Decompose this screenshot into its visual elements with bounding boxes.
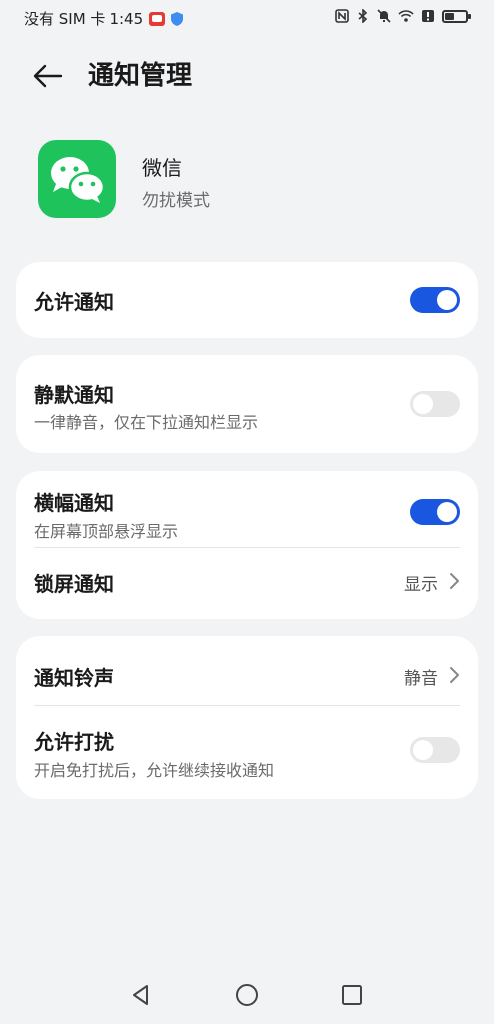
allow-interruptions-toggle[interactable]	[410, 737, 460, 763]
allow-interruptions-row[interactable]: 允许打扰 开启免打扰后，允许继续接收通知	[16, 706, 478, 799]
banner-notifications-label: 横幅通知	[34, 491, 114, 515]
wechat-icon	[38, 140, 116, 218]
allow-notifications-row[interactable]: 允许通知	[16, 262, 478, 338]
header: 通知管理	[0, 52, 494, 100]
home-circle-icon[interactable]	[235, 983, 259, 1007]
notification-sound-label: 通知铃声	[34, 666, 114, 690]
back-button[interactable]	[30, 60, 66, 92]
status-left: 没有 SIM 卡 1:45	[24, 8, 184, 29]
silent-notifications-toggle[interactable]	[410, 391, 460, 417]
display-notifications-card: 横幅通知 在屏幕顶部悬浮显示 锁屏通知 显示	[16, 471, 478, 619]
wifi-icon	[398, 10, 414, 22]
banner-notifications-toggle[interactable]	[410, 499, 460, 525]
back-triangle-icon[interactable]	[129, 983, 153, 1007]
banner-notifications-description: 在屏幕顶部悬浮显示	[34, 522, 179, 541]
navigation-bar	[0, 975, 494, 1015]
arrow-left-icon	[33, 64, 63, 88]
allow-notifications-label: 允许通知	[34, 290, 114, 314]
lockscreen-notifications-value: 显示	[404, 575, 438, 595]
battery-icon	[442, 9, 471, 23]
allow-interruptions-description: 开启免打扰后，允许继续接收通知	[34, 761, 275, 780]
notification-app-icon	[149, 11, 166, 26]
notification-sound-row[interactable]: 通知铃声 静音	[16, 636, 478, 706]
chevron-right-icon	[450, 573, 459, 589]
silent-notifications-label: 静默通知	[34, 383, 114, 407]
status-right	[335, 9, 471, 23]
status-bar: 没有 SIM 卡 1:45	[0, 0, 494, 36]
allow-interruptions-label: 允许打扰	[34, 730, 114, 754]
lockscreen-notifications-label: 锁屏通知	[34, 572, 114, 596]
silent-notifications-row[interactable]: 静默通知 一律静音，仅在下拉通知栏显示	[16, 355, 478, 453]
page-title: 通知管理	[88, 61, 193, 91]
bluetooth-icon	[358, 9, 368, 23]
alert-icon	[422, 10, 434, 22]
app-mode: 勿扰模式	[142, 191, 210, 211]
silent-notifications-card: 静默通知 一律静音，仅在下拉通知栏显示	[16, 355, 478, 453]
carrier-text: 没有 SIM 卡	[24, 10, 106, 28]
sound-card: 通知铃声 静音 允许打扰 开启免打扰后，允许继续接收通知	[16, 636, 478, 799]
app-name: 微信	[142, 156, 182, 180]
allow-notifications-card: 允许通知	[16, 262, 478, 338]
mute-bell-icon	[377, 9, 391, 23]
nfc-icon	[335, 9, 349, 23]
shield-icon	[171, 11, 184, 26]
status-time: 1:45	[109, 9, 144, 28]
allow-notifications-toggle[interactable]	[410, 287, 460, 313]
banner-notifications-row[interactable]: 横幅通知 在屏幕顶部悬浮显示	[16, 471, 478, 548]
lockscreen-notifications-row[interactable]: 锁屏通知 显示	[16, 548, 478, 619]
chevron-right-icon	[450, 667, 459, 683]
silent-notifications-description: 一律静音，仅在下拉通知栏显示	[34, 413, 259, 432]
recents-square-icon[interactable]	[340, 983, 364, 1007]
notification-sound-value: 静音	[404, 669, 438, 689]
